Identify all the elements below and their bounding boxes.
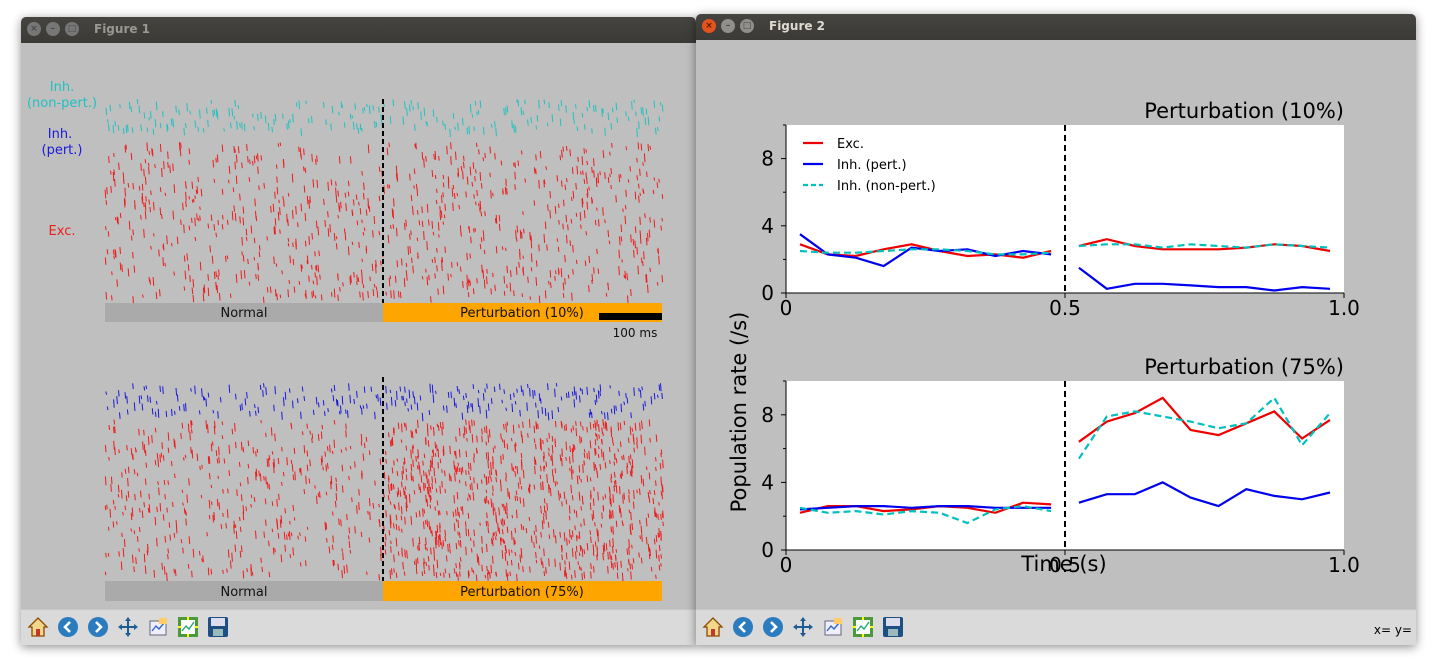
rate-figure: Population rate (/s) Time (s) Perturbati… <box>727 99 1360 577</box>
scale-bar <box>599 313 662 320</box>
spike-raster <box>104 419 664 582</box>
figure1-window: × – □ Figure 1 Inh. (non-pert.) Inh. (pe… <box>21 17 696 645</box>
minimize-icon[interactable]: – <box>721 19 735 33</box>
edit-axes-icon[interactable] <box>176 615 200 639</box>
save-icon[interactable] <box>206 615 230 639</box>
home-icon[interactable] <box>701 615 725 639</box>
maximize-icon[interactable]: □ <box>65 22 79 36</box>
x-tick-label: 1.0 <box>1328 553 1360 577</box>
legend-label: Exc. <box>837 137 864 152</box>
perturbation-bar-label: Perturbation (10%) <box>460 306 584 321</box>
pan-icon[interactable] <box>791 615 815 639</box>
y-tick-label: 8 <box>761 147 774 171</box>
x-tick-label: 0 <box>780 296 793 320</box>
legend-label: Inh. (non-pert.) <box>837 179 936 194</box>
y-axis-label: Population rate (/s) <box>727 312 751 513</box>
cursor-coordinates: x= y= <box>1373 623 1412 637</box>
forward-icon[interactable] <box>761 615 785 639</box>
y-tick-label: 0 <box>761 281 774 305</box>
close-icon[interactable]: × <box>27 22 41 36</box>
home-icon[interactable] <box>26 615 50 639</box>
toolbar: x= y= <box>696 609 1416 645</box>
toolbar <box>21 609 696 645</box>
label-inh-pert-line1: Inh. <box>48 127 72 142</box>
legend-label: Inh. (pert.) <box>837 158 907 173</box>
spike-raster <box>105 99 664 138</box>
label-inh-nonpert-line1: Inh. <box>50 80 74 95</box>
pan-icon[interactable] <box>116 615 140 639</box>
configure-subplots-icon[interactable] <box>146 615 170 639</box>
window-title: Figure 2 <box>769 19 826 33</box>
x-tick-label: 0.5 <box>1049 296 1081 320</box>
chart-title: Perturbation (10%) <box>1144 99 1344 123</box>
label-inh-pert-line2: (pert.) <box>42 143 83 158</box>
rate-chart-10: Perturbation (10%) 0 4 8 0 0.5 1.0 Exc. Inh. (pe… <box>761 99 1360 320</box>
y-tick-label: 0 <box>761 538 774 562</box>
save-icon[interactable] <box>881 615 905 639</box>
edit-axes-icon[interactable] <box>851 615 875 639</box>
maximize-icon[interactable]: □ <box>740 19 754 33</box>
figure1-titlebar[interactable]: × – □ Figure 1 <box>21 17 696 43</box>
y-tick-label: 4 <box>761 214 774 238</box>
x-tick-label: 1.0 <box>1328 296 1360 320</box>
normal-bar-label: Normal <box>220 585 267 600</box>
minimize-icon[interactable]: – <box>46 22 60 36</box>
y-tick-label: 8 <box>761 403 774 427</box>
raster-figure: Inh. (non-pert.) Inh. (pert.) Exc. Norma… <box>27 80 664 601</box>
window-title: Figure 1 <box>94 22 151 36</box>
close-icon[interactable]: × <box>702 19 716 33</box>
figure2-titlebar[interactable]: × – □ Figure 2 <box>696 14 1416 40</box>
raster-panel-75 <box>104 383 664 582</box>
x-tick-label: 0 <box>780 553 793 577</box>
label-exc: Exc. <box>49 224 76 239</box>
perturbation-bar-label: Perturbation (75%) <box>460 585 584 600</box>
spike-raster <box>105 383 663 422</box>
normal-bar-label: Normal <box>220 306 267 321</box>
label-inh-nonpert-line2: (non-pert.) <box>27 96 97 111</box>
chart-title: Perturbation (75%) <box>1144 355 1344 379</box>
configure-subplots-icon[interactable] <box>821 615 845 639</box>
figure2-window: × – □ Figure 2 Population rate (/s) Time… <box>696 14 1416 645</box>
y-tick-label: 4 <box>761 470 774 494</box>
x-tick-label: 0.5 <box>1049 553 1081 577</box>
forward-icon[interactable] <box>86 615 110 639</box>
back-icon[interactable] <box>56 615 80 639</box>
raster-panel-10 <box>104 99 664 305</box>
rate-chart-75: Perturbation (75%) 0 4 8 0 0.5 1.0 <box>761 355 1360 577</box>
back-icon[interactable] <box>731 615 755 639</box>
scale-bar-label: 100 ms <box>613 326 658 340</box>
